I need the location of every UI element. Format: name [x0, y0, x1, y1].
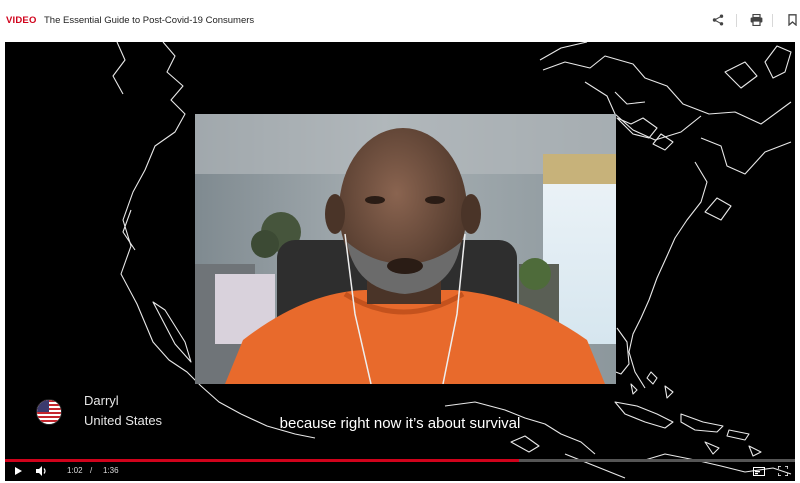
volume-icon[interactable]: [35, 464, 49, 478]
header-bar: VIDEO The Essential Guide to Post-Covid-…: [0, 0, 800, 42]
video-player[interactable]: Darryl United States because right now i…: [5, 42, 795, 481]
fullscreen-icon[interactable]: [776, 464, 790, 478]
share-icon[interactable]: [710, 12, 726, 28]
speaker-video-frame: [195, 114, 616, 384]
webcam-feed: [195, 114, 616, 384]
speaker-name: Darryl: [84, 393, 119, 408]
page-title: The Essential Guide to Post-Covid-19 Con…: [44, 15, 255, 26]
captions-icon[interactable]: [752, 464, 766, 478]
video-tag: VIDEO: [6, 15, 37, 26]
divider: [736, 14, 737, 27]
divider: [772, 14, 773, 27]
bookmark-icon[interactable]: [784, 12, 800, 28]
print-icon[interactable]: [748, 12, 764, 28]
time-separator: /: [90, 466, 93, 475]
duration: 1:36: [103, 466, 119, 475]
player-controls: 1:02 / 1:36: [5, 462, 795, 481]
play-icon[interactable]: [12, 464, 24, 478]
current-time: 1:02: [67, 466, 83, 475]
subtitle-caption: because right now it’s about survival: [279, 415, 521, 432]
